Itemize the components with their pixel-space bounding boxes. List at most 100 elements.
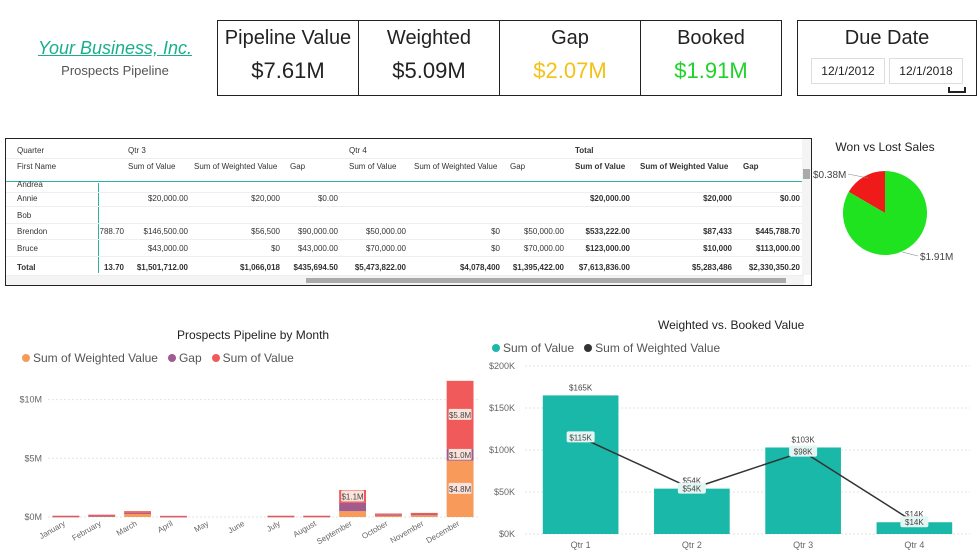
kpi-card-row: Pipeline Value $7.61M Weighted $5.09M Ga… [217,20,782,96]
x-tick-label: Qtr 2 [682,540,702,550]
matrix-cell: $0.00 [317,194,338,203]
bar-segment[interactable] [124,511,152,513]
bar-segment[interactable] [88,515,116,517]
data-label: $4.8M [449,485,472,494]
bar-segment[interactable] [267,515,295,517]
bar-segment[interactable] [410,514,438,516]
matrix-header-q3[interactable]: Qtr 3 [128,143,146,159]
legend-label: Sum of Weighted Value [595,341,721,355]
monthly-pipeline-chart[interactable]: $0M $5M $10M January February March April May Ju… [0,370,480,560]
y-tick-label: $100K [489,445,515,455]
slicer-handle-icon[interactable] [948,87,966,93]
matrix-header-row: Quarter Qtr 3 Qtr 4 Total [6,143,804,159]
data-label: $54K [683,485,702,494]
legend-dot-icon [584,344,593,352]
pie-leader-line [901,251,919,257]
x-tick-label: March [115,519,139,538]
matrix-cell: $0 [491,227,500,236]
bar-segment[interactable] [88,514,116,516]
matrix-cell: 13.70 [103,263,124,272]
bar-segment[interactable] [124,513,152,517]
row-name-cell: Bruce [17,244,38,253]
table-row[interactable]: Brendon 788.70 $146,500.00 $56,500 $90,000.0… [6,224,804,240]
bar-segment[interactable] [339,511,367,517]
weighted-booked-chart[interactable]: $0K $50K $100K $150K $200K $165K Qtr 1 $54K Qtr … [480,356,980,560]
matrix-cell: $435,694.50 [293,263,339,272]
kpi-gap[interactable]: Gap $2.07M [500,21,641,95]
legend-item[interactable]: Sum of Value [492,341,574,355]
kpi-value: $7.61M [251,58,325,83]
brand-subtitle: Prospects Pipeline [61,63,169,78]
table-row[interactable]: Bob [6,208,804,224]
matrix-col-q3-gap[interactable]: Gap [290,159,305,175]
matrix-header-total[interactable]: Total [575,143,594,159]
kpi-value: $1.91M [674,58,748,83]
bar-segment[interactable] [410,512,438,515]
scroll-thumb[interactable] [306,278,786,283]
y-tick-label: $10M [19,395,42,405]
row-name-cell: Bob [17,211,32,220]
bar[interactable] [542,395,619,534]
legend-label: Gap [178,351,202,365]
matrix-col-total-gap[interactable]: Gap [743,159,759,175]
matrix-horizontal-scrollbar[interactable] [6,276,804,285]
data-label: $165K [569,383,593,392]
legend-item[interactable]: Gap [167,351,202,365]
brand-name[interactable]: Your Business, Inc. [30,38,200,59]
matrix-cell: $90,000.00 [297,227,338,236]
matrix-col-total-weighted[interactable]: Sum of Weighted Value [640,159,728,175]
due-date-end-input[interactable]: 12/1/2018 [889,58,963,84]
matrix-cell: $20,000.00 [589,194,630,203]
kpi-pipeline-value[interactable]: Pipeline Value $7.61M [218,21,359,95]
due-date-start-input[interactable]: 12/1/2012 [811,58,885,84]
legend-item[interactable]: Sum of Weighted Value [584,341,720,355]
bar-segment[interactable] [303,515,331,517]
data-label: $14K [905,518,924,527]
kpi-label: Pipeline Value [224,27,352,49]
bar[interactable] [654,488,730,534]
x-tick-label: August [292,519,319,540]
bar-segment[interactable] [374,514,402,516]
matrix-cell: $146,500.00 [143,227,189,236]
x-tick-label: December [425,519,462,545]
matrix-cell: 788.70 [99,227,124,236]
y-tick-label: $5M [24,453,42,463]
brand-block: Your Business, Inc. Prospects Pipeline [30,38,200,78]
won-lost-pie-chart[interactable]: $0.38M $1.91M [810,160,980,270]
x-tick-label: Qtr 1 [571,540,591,550]
legend-item[interactable]: Sum of Value [211,351,294,365]
bar-segment[interactable] [374,513,402,515]
matrix-header-q4[interactable]: Qtr 4 [349,143,367,159]
matrix-col-first-name[interactable]: First Name [17,159,56,175]
matrix-col-total-value[interactable]: Sum of Value [575,159,625,175]
matrix-col-q3-weighted[interactable]: Sum of Weighted Value [194,159,277,175]
scroll-thumb[interactable] [803,169,810,179]
matrix-total-row[interactable]: Total 13.70 $1,501,712.00 $1,066,018 $435,69… [6,260,804,276]
matrix-cell: $20,000 [251,194,280,203]
legend-item[interactable]: Sum of Weighted Value [22,351,158,365]
kpi-booked[interactable]: Booked $1.91M [641,21,781,95]
matrix-col-q4-value[interactable]: Sum of Value [349,159,396,175]
matrix-cell: $70,000.00 [365,244,406,253]
x-tick-label: July [265,519,282,534]
matrix-col-q4-gap[interactable]: Gap [510,159,525,175]
kpi-weighted[interactable]: Weighted $5.09M [359,21,500,95]
table-row[interactable]: Bruce $43,000.00 $0 $43,000.00 $70,000.00 $0 $… [6,241,804,257]
legend-label: Sum of Value [503,341,575,355]
matrix-cell: $43,000.00 [147,244,188,253]
bar-segment[interactable] [52,515,80,517]
x-tick-label: January [38,519,67,541]
due-date-slicer: Due Date 12/1/2012 12/1/2018 [797,20,977,96]
bar-segment[interactable] [339,502,367,512]
matrix-cell: $123,000.00 [585,244,631,253]
weighted-chart-title: Weighted vs. Booked Value [658,318,805,332]
x-tick-label: October [360,519,389,541]
y-tick-label: $150K [489,403,515,413]
matrix-cell: $2,330,350.20 [748,263,800,272]
matrix-col-q4-weighted[interactable]: Sum of Weighted Value [414,159,497,175]
matrix-col-q3-value[interactable]: Sum of Value [128,159,175,175]
bar-segment[interactable] [124,512,152,514]
matrix-cell: $5,283,486 [691,263,732,272]
bar-segment[interactable] [159,515,187,517]
table-row[interactable]: Annie $20,000.00 $20,000 $0.00 $20,000.00 $20… [6,191,804,207]
